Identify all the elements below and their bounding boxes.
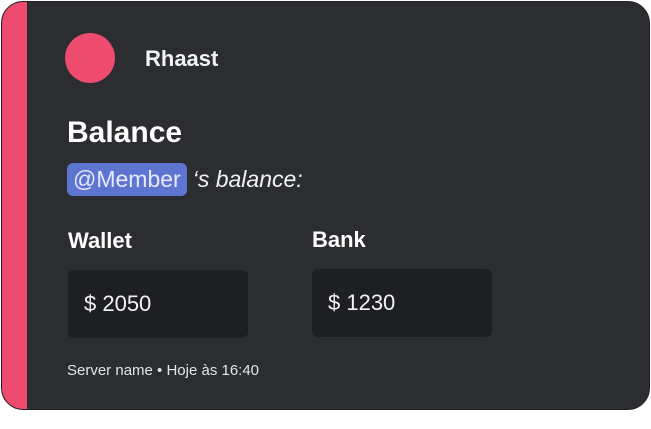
field-wallet: Wallet $ 2050	[68, 228, 248, 338]
field-wallet-name: Wallet	[68, 228, 132, 253]
author-name[interactable]: Rhaast	[145, 46, 218, 72]
embed-description: @Member ‘s balance:	[67, 160, 303, 198]
embed-card: Rhaast Balance @Member ‘s balance: Walle…	[1, 1, 650, 410]
description-text: ‘s balance:	[192, 165, 303, 192]
field-bank: Bank $ 1230	[312, 227, 492, 337]
user-mention[interactable]: @Member	[67, 162, 187, 196]
author-avatar[interactable]	[65, 33, 115, 83]
field-bank-value: $ 1230	[312, 269, 492, 337]
embed-accent-bar	[2, 2, 27, 409]
embed-footer: Server name • Hoje às 16:40	[67, 362, 260, 379]
embed-title: Balance	[67, 116, 183, 149]
field-bank-name: Bank	[312, 227, 366, 252]
field-wallet-value: $ 2050	[68, 270, 248, 338]
